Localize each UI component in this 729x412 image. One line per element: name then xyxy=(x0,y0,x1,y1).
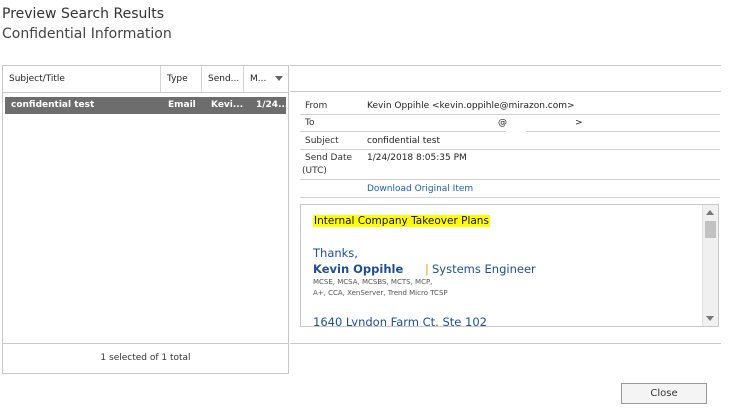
column-header-modified[interactable]: M... xyxy=(244,66,288,92)
results-footer-divider xyxy=(3,343,288,344)
to-divider-right xyxy=(526,131,720,132)
signature-certifications-1: MCSE, MCSA, MCSBS, MCTS, MCP, xyxy=(313,278,433,286)
signature-certifications-2: A+, CCA, XenServer, Trend Micro TCSP xyxy=(313,289,448,297)
signature-name: Kevin Oppihle xyxy=(313,262,404,276)
dialog-title: Preview Search Results xyxy=(2,6,165,22)
to-value-end: > xyxy=(575,118,583,128)
to-value-at: @ xyxy=(498,118,507,128)
from-label: From xyxy=(305,101,328,111)
column-dropdown-icon[interactable] xyxy=(275,76,283,81)
details-top-border xyxy=(290,65,721,66)
to-divider-left xyxy=(300,131,506,132)
scroll-up-icon[interactable] xyxy=(706,210,714,215)
message-scrollbar[interactable] xyxy=(702,205,718,326)
result-type: Email xyxy=(168,100,196,110)
subject-divider xyxy=(300,149,720,150)
message-body[interactable]: Internal Company Takeover Plans Thanks, … xyxy=(300,204,719,327)
from-value: Kevin Oppihle <kevin.oppihle@mirazon.com… xyxy=(367,101,575,111)
message-thanks: Thanks, xyxy=(313,246,358,260)
result-subject: confidential test xyxy=(11,100,95,110)
subject-label: Subject xyxy=(305,136,339,146)
results-pane: Subject/Title Type Send... M... confiden… xyxy=(2,65,289,374)
result-row[interactable]: confidential test Email Kevi... 1/24... xyxy=(5,97,286,114)
send-date-utc-label: (UTC) xyxy=(302,166,327,176)
scroll-thumb[interactable] xyxy=(705,221,716,238)
download-divider xyxy=(300,197,720,198)
column-header-sender[interactable]: Send... xyxy=(202,66,244,92)
result-sender: Kevi... xyxy=(211,100,244,110)
send-date-value: 1/24/2018 8:05:35 PM xyxy=(367,153,467,163)
send-date-label: Send Date xyxy=(305,153,353,163)
details-header-border xyxy=(290,91,721,92)
signature-address: 1640 Lyndon Farm Ct. Ste 102 xyxy=(313,315,487,327)
signature-title: Systems Engineer xyxy=(432,262,536,276)
close-button[interactable]: Close xyxy=(621,383,707,404)
column-header-subject[interactable]: Subject/Title xyxy=(3,66,161,92)
from-divider xyxy=(300,114,720,115)
column-header-type[interactable]: Type xyxy=(161,66,202,92)
selection-status: 1 selected of 1 total xyxy=(100,353,191,363)
signature-separator: | xyxy=(425,262,429,276)
send-date-divider xyxy=(300,179,720,180)
scroll-down-icon[interactable] xyxy=(706,316,714,321)
download-original-link[interactable]: Download Original Item xyxy=(367,184,473,194)
subject-value: confidential test xyxy=(367,136,440,146)
dialog-subtitle: Confidential Information xyxy=(2,26,172,42)
result-modified: 1/24... xyxy=(256,100,286,110)
highlighted-text: Internal Company Takeover Plans xyxy=(313,215,490,227)
details-bottom-border xyxy=(290,343,721,344)
to-label: To xyxy=(305,118,315,128)
results-grid-header: Subject/Title Type Send... M... xyxy=(3,66,288,93)
